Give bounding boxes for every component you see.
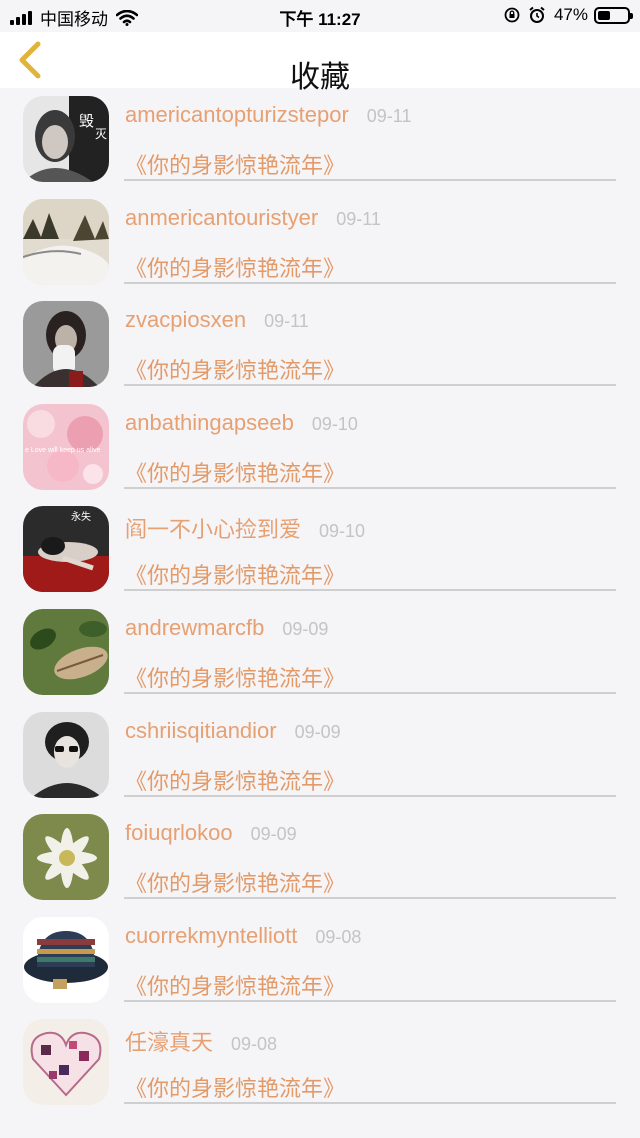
date-label: 09-08 — [315, 926, 362, 947]
user-name: anmericantouristyer 09-11 — [125, 205, 381, 231]
date-label: 09-09 — [282, 618, 329, 639]
favorites-list: 毁灭 americantopturizstepor 09-11 《你的身影惊艳流年》 a… — [0, 88, 640, 1114]
user-name: 阎一不小心捡到爱 09-10 — [125, 512, 365, 544]
user-name-text: anmericantouristyer — [125, 204, 319, 230]
divider — [124, 999, 616, 1002]
rotation-lock-icon — [504, 7, 520, 23]
user-name: cuorrekmyntelliott 09-08 — [125, 923, 361, 949]
user-name-text: andrewmarcfb — [125, 614, 265, 640]
list-item[interactable]: cshriisqitiandior 09-09 《你的身影惊艳流年》 — [0, 704, 640, 807]
divider — [124, 384, 616, 387]
divider — [124, 589, 616, 592]
svg-text:毁: 毁 — [79, 113, 94, 130]
user-name-text: cuorrekmyntelliott — [125, 922, 298, 948]
svg-text:e Love will keep us alive: e Love will keep us alive — [25, 447, 101, 454]
song-title: 《你的身影惊艳流年》 — [125, 564, 346, 590]
song-title: 《你的身影惊艳流年》 — [125, 666, 346, 692]
song-title: 《你的身影惊艳流年》 — [125, 154, 346, 179]
song-title: 《你的身影惊艳流年》 — [125, 872, 346, 898]
avatar[interactable] — [23, 301, 109, 388]
song-title: 《你的身影惊艳流年》 — [125, 461, 346, 487]
user-name: americantopturizstepor 09-11 — [125, 102, 411, 128]
date-label: 09-10 — [319, 521, 366, 542]
date-label: 09-09 — [294, 721, 341, 742]
avatar-image: e Love will keep us alive — [23, 403, 109, 490]
list-item[interactable]: foiuqrlokoo 09-09 《你的身影惊艳流年》 — [0, 806, 640, 909]
status-bar: 中国移动 下午 11:27 47% — [0, 0, 640, 32]
list-item[interactable]: 任濠真天 09-08 《你的身影惊艳流年》 — [0, 1011, 640, 1114]
divider — [124, 691, 616, 694]
avatar[interactable] — [23, 711, 109, 798]
nav-bar: 收藏 — [0, 32, 640, 95]
user-name-text: 任濠真天 — [125, 1030, 214, 1056]
avatar-image — [23, 1019, 109, 1106]
list-item[interactable]: 永失 阎一不小心捡到爱 09-10 《你的身影惊艳流年》 — [0, 498, 640, 601]
date-label: 09-11 — [366, 106, 412, 126]
svg-text:永失: 永失 — [71, 510, 91, 523]
avatar-image — [23, 198, 109, 285]
avatar-image — [23, 916, 109, 1003]
date-label: 09-08 — [231, 1034, 278, 1055]
avatar-image — [23, 711, 109, 798]
user-name: zvacpiosxen 09-11 — [125, 307, 309, 333]
avatar[interactable] — [23, 916, 109, 1003]
user-name: cshriisqitiandior 09-09 — [125, 718, 341, 744]
song-title: 《你的身影惊艳流年》 — [125, 256, 346, 282]
battery-percent: 47% — [553, 5, 588, 24]
song-title: 《你的身影惊艳流年》 — [125, 974, 346, 1000]
user-name-text: cshriisqitiandior — [125, 717, 277, 743]
avatar[interactable]: 永失 — [23, 506, 109, 593]
avatar-image — [23, 301, 109, 388]
avatar[interactable]: 毁灭 — [23, 96, 109, 182]
divider — [124, 281, 616, 284]
user-name-text: americantopturizstepor — [125, 102, 349, 127]
list-item[interactable]: cuorrekmyntelliott 09-08 《你的身影惊艳流年》 — [0, 909, 640, 1012]
battery-icon — [594, 6, 633, 24]
alarm-icon — [529, 6, 545, 23]
user-name: andrewmarcfb 09-09 — [125, 615, 328, 641]
svg-text:灭: 灭 — [95, 127, 107, 141]
user-name-text: anbathingapseeb — [125, 409, 294, 435]
song-title: 《你的身影惊艳流年》 — [125, 1077, 346, 1103]
avatar[interactable] — [23, 608, 109, 695]
avatar[interactable] — [23, 198, 109, 285]
divider — [124, 794, 616, 797]
user-name-text: 阎一不小心捡到爱 — [125, 517, 302, 543]
date-label: 09-10 — [311, 413, 358, 434]
list-item[interactable]: 毁灭 americantopturizstepor 09-11 《你的身影惊艳流年》 — [0, 88, 640, 191]
list-item[interactable]: e Love will keep us alive anbathingapseeb… — [0, 396, 640, 499]
song-title: 《你的身影惊艳流年》 — [125, 769, 346, 795]
date-label: 09-09 — [250, 824, 297, 845]
user-name-text: zvacpiosxen — [125, 307, 247, 333]
avatar-image — [23, 814, 109, 901]
date-label: 09-11 — [264, 311, 309, 332]
user-name: anbathingapseeb 09-10 — [125, 410, 358, 436]
list-item[interactable]: zvacpiosxen 09-11 《你的身影惊艳流年》 — [0, 293, 640, 396]
user-name: 任濠真天 09-08 — [125, 1025, 277, 1057]
list-item[interactable]: andrewmarcfb 09-09 《你的身影惊艳流年》 — [0, 601, 640, 704]
divider — [124, 1102, 616, 1105]
divider — [124, 179, 616, 181]
avatar[interactable] — [23, 814, 109, 901]
divider — [124, 486, 616, 489]
avatar-image: 毁灭 — [23, 96, 109, 182]
date-label: 09-11 — [336, 208, 381, 229]
divider — [124, 897, 616, 900]
avatar[interactable] — [23, 1019, 109, 1106]
avatar-image: 永失 — [23, 506, 109, 593]
avatar-image — [23, 608, 109, 695]
status-right: 47% — [504, 5, 633, 25]
list-item[interactable]: anmericantouristyer 09-11 《你的身影惊艳流年》 — [0, 191, 640, 294]
user-name: foiuqrlokoo 09-09 — [125, 820, 297, 846]
avatar[interactable]: e Love will keep us alive — [23, 403, 109, 490]
user-name-text: foiuqrlokoo — [125, 820, 233, 846]
song-title: 《你的身影惊艳流年》 — [125, 359, 346, 385]
